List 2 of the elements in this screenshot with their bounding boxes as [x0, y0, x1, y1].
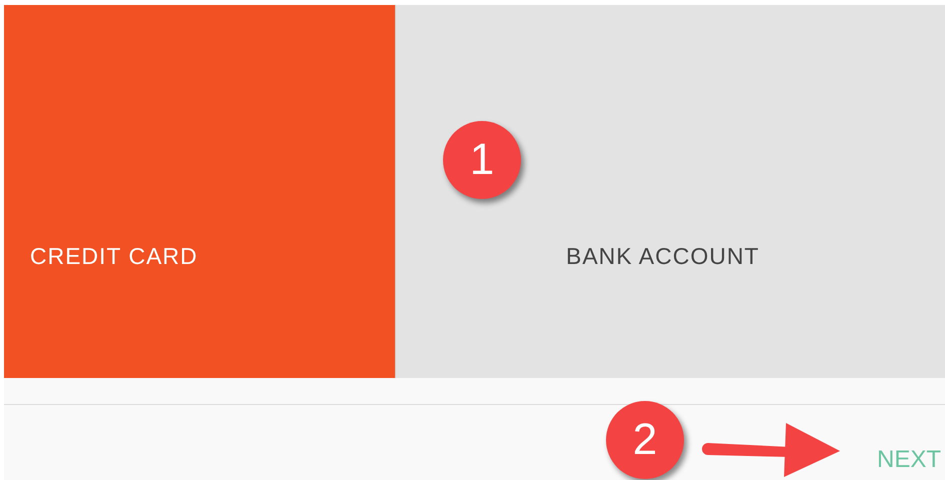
next-button[interactable]: NEXT — [876, 442, 941, 478]
payment-option-tile[interactable]: CREDIT CARD — [4, 5, 396, 378]
